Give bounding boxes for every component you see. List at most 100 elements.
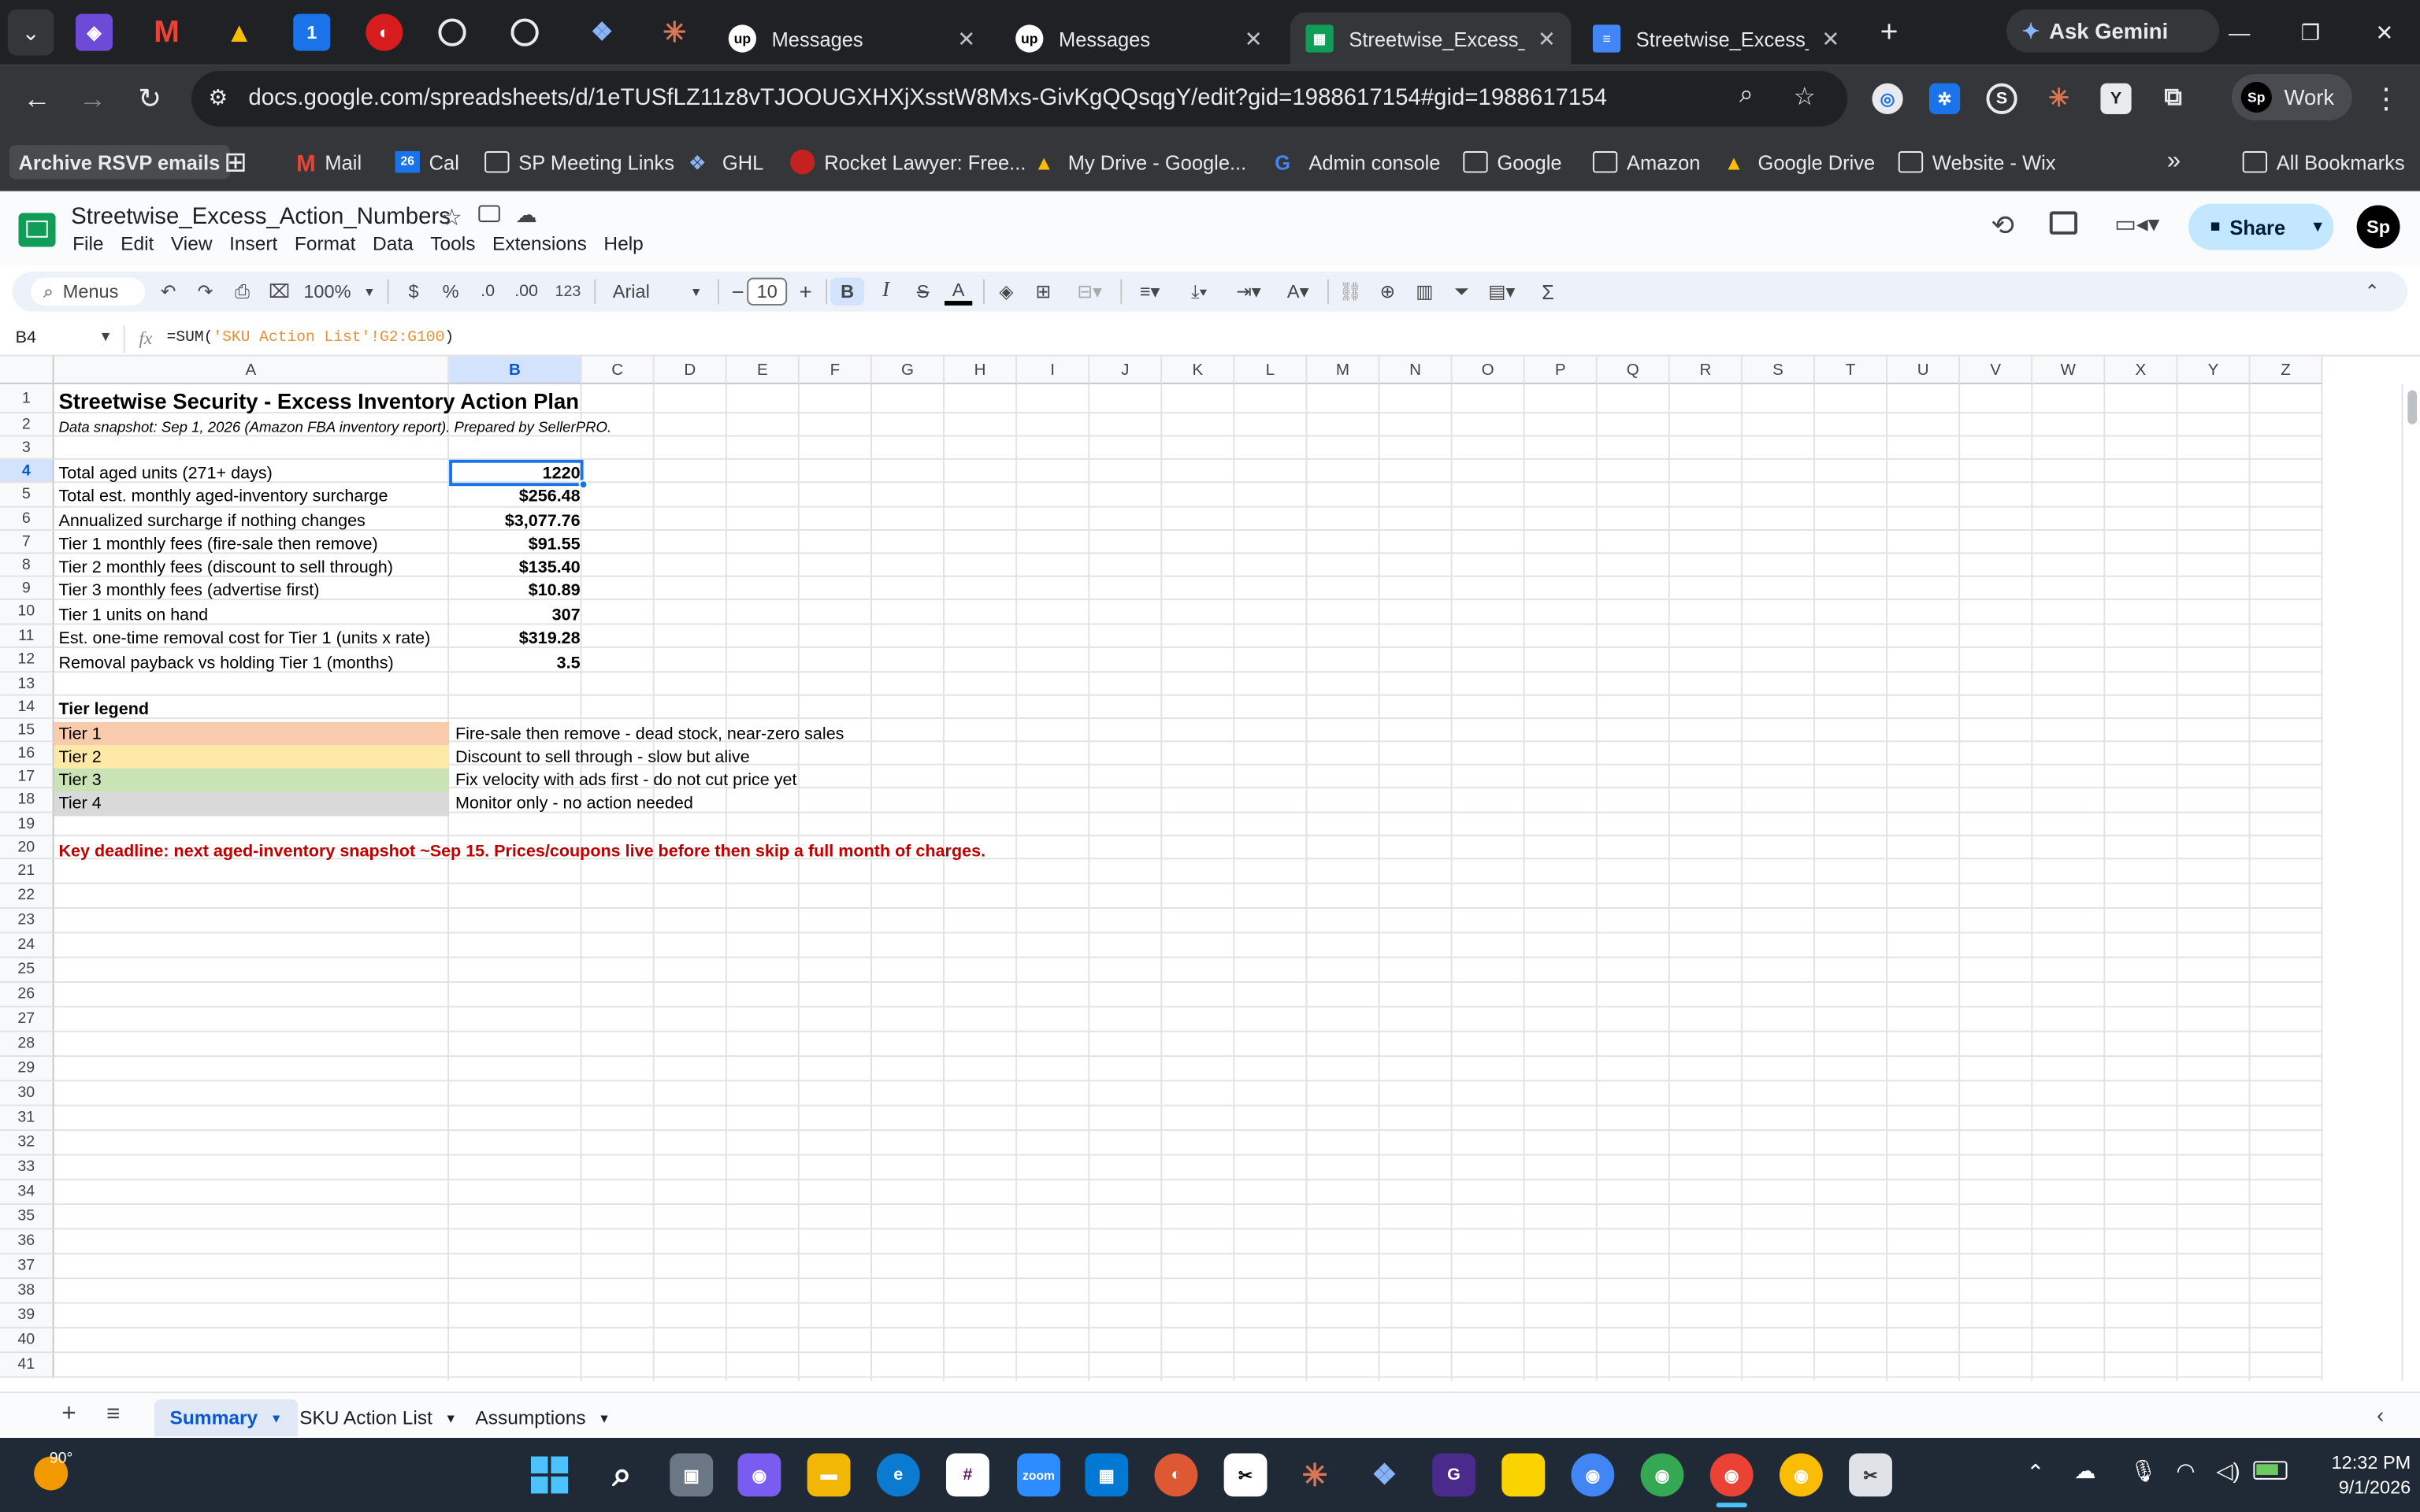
row-header-7[interactable]: 7 <box>0 530 54 554</box>
search-menus-input[interactable]: ⌕ Menus <box>31 277 146 306</box>
tier-name-cell[interactable]: Tier 3 <box>58 769 101 791</box>
row-header-6[interactable]: 6 <box>0 507 54 531</box>
ghl-app-icon[interactable]: ❖ <box>1363 1454 1406 1497</box>
select-all-corner[interactable] <box>0 356 54 384</box>
show-hidden-icons-chevron-icon[interactable]: ⌃ <box>2026 1459 2044 1485</box>
row-header-10[interactable]: 10 <box>0 600 54 625</box>
snipping-tool-icon[interactable]: ✂ <box>1849 1453 1892 1497</box>
task-view-icon[interactable]: ▣ <box>670 1453 714 1497</box>
comments-icon[interactable] <box>2049 211 2078 235</box>
capcut-icon[interactable]: ✂ <box>1223 1453 1268 1497</box>
formula-input[interactable]: =SUM('SKU Action List'!G2:G100) <box>167 330 455 347</box>
column-header-t[interactable]: T <box>1815 356 1888 384</box>
metric-value-cell[interactable]: $256.48 <box>451 484 581 509</box>
duckduckgo-icon[interactable]: ◐ <box>1154 1453 1198 1497</box>
bookmark-cal[interactable]: 26 Cal <box>395 145 459 179</box>
close-window-icon[interactable]: ✕ <box>2362 9 2408 56</box>
row-header-33[interactable]: 33 <box>0 1155 54 1180</box>
zoom-app-icon[interactable]: zoom <box>1017 1453 1060 1497</box>
star-icon[interactable]: ☆ <box>441 204 462 232</box>
metric-label-cell[interactable]: Tier 3 monthly fees (advertise first) <box>58 579 319 602</box>
metric-label-cell[interactable]: Tier 2 monthly fees (discount to sell th… <box>58 555 392 578</box>
metric-label-cell[interactable]: Tier 1 monthly fees (fire-sale then remo… <box>58 532 377 555</box>
vertical-scroll-thumb[interactable] <box>2407 390 2418 424</box>
bookmark-my-drive[interactable]: ▲ My Drive - Google... <box>1034 145 1247 179</box>
fill-handle[interactable] <box>578 480 588 490</box>
column-header-p[interactable]: P <box>1524 356 1598 384</box>
menu-file[interactable]: File <box>72 233 103 254</box>
ask-gemini-button[interactable]: ✦ Ask Gemini <box>2006 9 2220 53</box>
text-wrapping-icon[interactable]: ⇥▾ <box>1229 278 1269 306</box>
bookmark-folder-amazon[interactable]: Amazon <box>1592 145 1700 179</box>
document-title[interactable]: Streetwise_Excess_Action_Numbers <box>71 204 451 230</box>
zoom-select[interactable]: 100% ▼ <box>299 278 380 306</box>
column-header-a[interactable]: A <box>54 356 450 384</box>
tier-description-cell[interactable]: Fire-sale then remove - dead stock, near… <box>455 722 844 745</box>
row-header-2[interactable]: 2 <box>0 413 54 437</box>
metric-label-cell[interactable]: Tier 1 units on hand <box>58 603 208 626</box>
start-windows-icon[interactable] <box>528 1454 571 1497</box>
pinned-tab-app2-icon[interactable]: ◐ <box>366 13 403 51</box>
bold-button[interactable]: B <box>830 277 865 306</box>
profile-button[interactable]: Sp Work <box>2231 74 2352 120</box>
onedrive-icon[interactable]: ☁ <box>2074 1458 2095 1484</box>
row-header-18[interactable]: 18 <box>0 788 54 813</box>
row-header-31[interactable]: 31 <box>0 1106 54 1132</box>
column-header-z[interactable]: Z <box>2250 356 2323 384</box>
row-header-8[interactable]: 8 <box>0 554 54 577</box>
metric-value-cell[interactable]: 3.5 <box>451 651 581 676</box>
collapse-toolbar-chevron-icon[interactable]: ⌃ <box>2359 278 2386 306</box>
bookmark-folder-sp-meeting[interactable]: SP Meeting Links <box>484 145 674 179</box>
row-header-17[interactable]: 17 <box>0 765 54 789</box>
tier-name-cell[interactable]: Tier 2 <box>58 745 101 768</box>
row-header-34[interactable]: 34 <box>0 1180 54 1206</box>
sheets-logo-icon[interactable] <box>18 213 56 247</box>
more-formats-button[interactable]: 123 <box>549 278 586 306</box>
restore-window-icon[interactable]: ❐ <box>2288 9 2334 56</box>
row-header-15[interactable]: 15 <box>0 718 54 743</box>
strikethrough-icon[interactable]: S <box>911 278 935 306</box>
row-header-32[interactable]: 32 <box>0 1131 54 1156</box>
row-header-23[interactable]: 23 <box>0 908 54 934</box>
column-header-x[interactable]: X <box>2105 356 2178 384</box>
minimize-window-icon[interactable]: — <box>2216 9 2262 56</box>
row-header-37[interactable]: 37 <box>0 1254 54 1280</box>
chrome-menu-icon[interactable]: ⋮ <box>2367 80 2404 117</box>
name-box-dropdown-icon[interactable]: ▼ <box>98 328 112 344</box>
percent-format-button[interactable]: % <box>438 278 462 306</box>
column-header-f[interactable]: F <box>799 356 872 384</box>
extension-icon[interactable]: Y <box>2100 83 2132 114</box>
text-rotation-icon[interactable]: A▾ <box>1278 278 1318 306</box>
extension-icon[interactable]: S <box>1986 83 2017 114</box>
close-tab-icon[interactable]: ✕ <box>1538 25 1556 51</box>
metric-value-cell[interactable]: 307 <box>451 603 581 626</box>
row-header-22[interactable]: 22 <box>0 884 54 909</box>
version-history-icon[interactable]: ⟲ <box>1991 209 2014 242</box>
sticky-notes-icon[interactable] <box>1501 1453 1546 1497</box>
tab-messages-2[interactable]: up Messages ✕ <box>1000 13 1279 65</box>
all-sheets-list-icon[interactable]: ≡ <box>106 1401 120 1427</box>
row-header-13[interactable]: 13 <box>0 673 54 696</box>
wifi-icon[interactable]: ◠ <box>2176 1458 2195 1484</box>
bookmark-ghl[interactable]: ❖ GHL <box>689 145 763 179</box>
add-sheet-plus-icon[interactable]: + <box>61 1401 76 1429</box>
url-text[interactable]: docs.google.com/spreadsheets/d/1eTUSfLZ1… <box>248 85 1607 111</box>
pinned-tab-calendar-icon[interactable]: 1 <box>293 13 331 51</box>
share-dropdown-icon[interactable]: ▼ <box>2311 218 2325 235</box>
row-header-26[interactable]: 26 <box>0 983 54 1008</box>
row-header-29[interactable]: 29 <box>0 1057 54 1082</box>
chrome-profile-icon[interactable]: ◉ <box>1571 1453 1615 1497</box>
row-header-9[interactable]: 9 <box>0 576 54 601</box>
back-arrow-icon[interactable]: ← <box>19 80 56 117</box>
menu-help[interactable]: Help <box>603 233 643 254</box>
pinned-tab-drive-icon[interactable]: ▲ <box>221 14 258 51</box>
site-info-icon[interactable]: ⚙ <box>208 85 228 111</box>
font-size-input[interactable]: 10 <box>747 277 788 306</box>
tier-description-cell[interactable]: Monitor only - no action needed <box>455 791 693 816</box>
metric-label-cell[interactable]: Annualized surcharge if nothing changes <box>58 510 365 532</box>
chrome-profile-icon[interactable]: ◉ <box>1779 1453 1823 1497</box>
reload-icon[interactable]: ↻ <box>132 80 169 117</box>
increase-font-size-icon[interactable]: + <box>793 278 818 306</box>
clock[interactable]: 12:32 PM 9/1/2026 <box>2312 1451 2411 1500</box>
volume-icon[interactable]: ◁) <box>2216 1458 2240 1484</box>
